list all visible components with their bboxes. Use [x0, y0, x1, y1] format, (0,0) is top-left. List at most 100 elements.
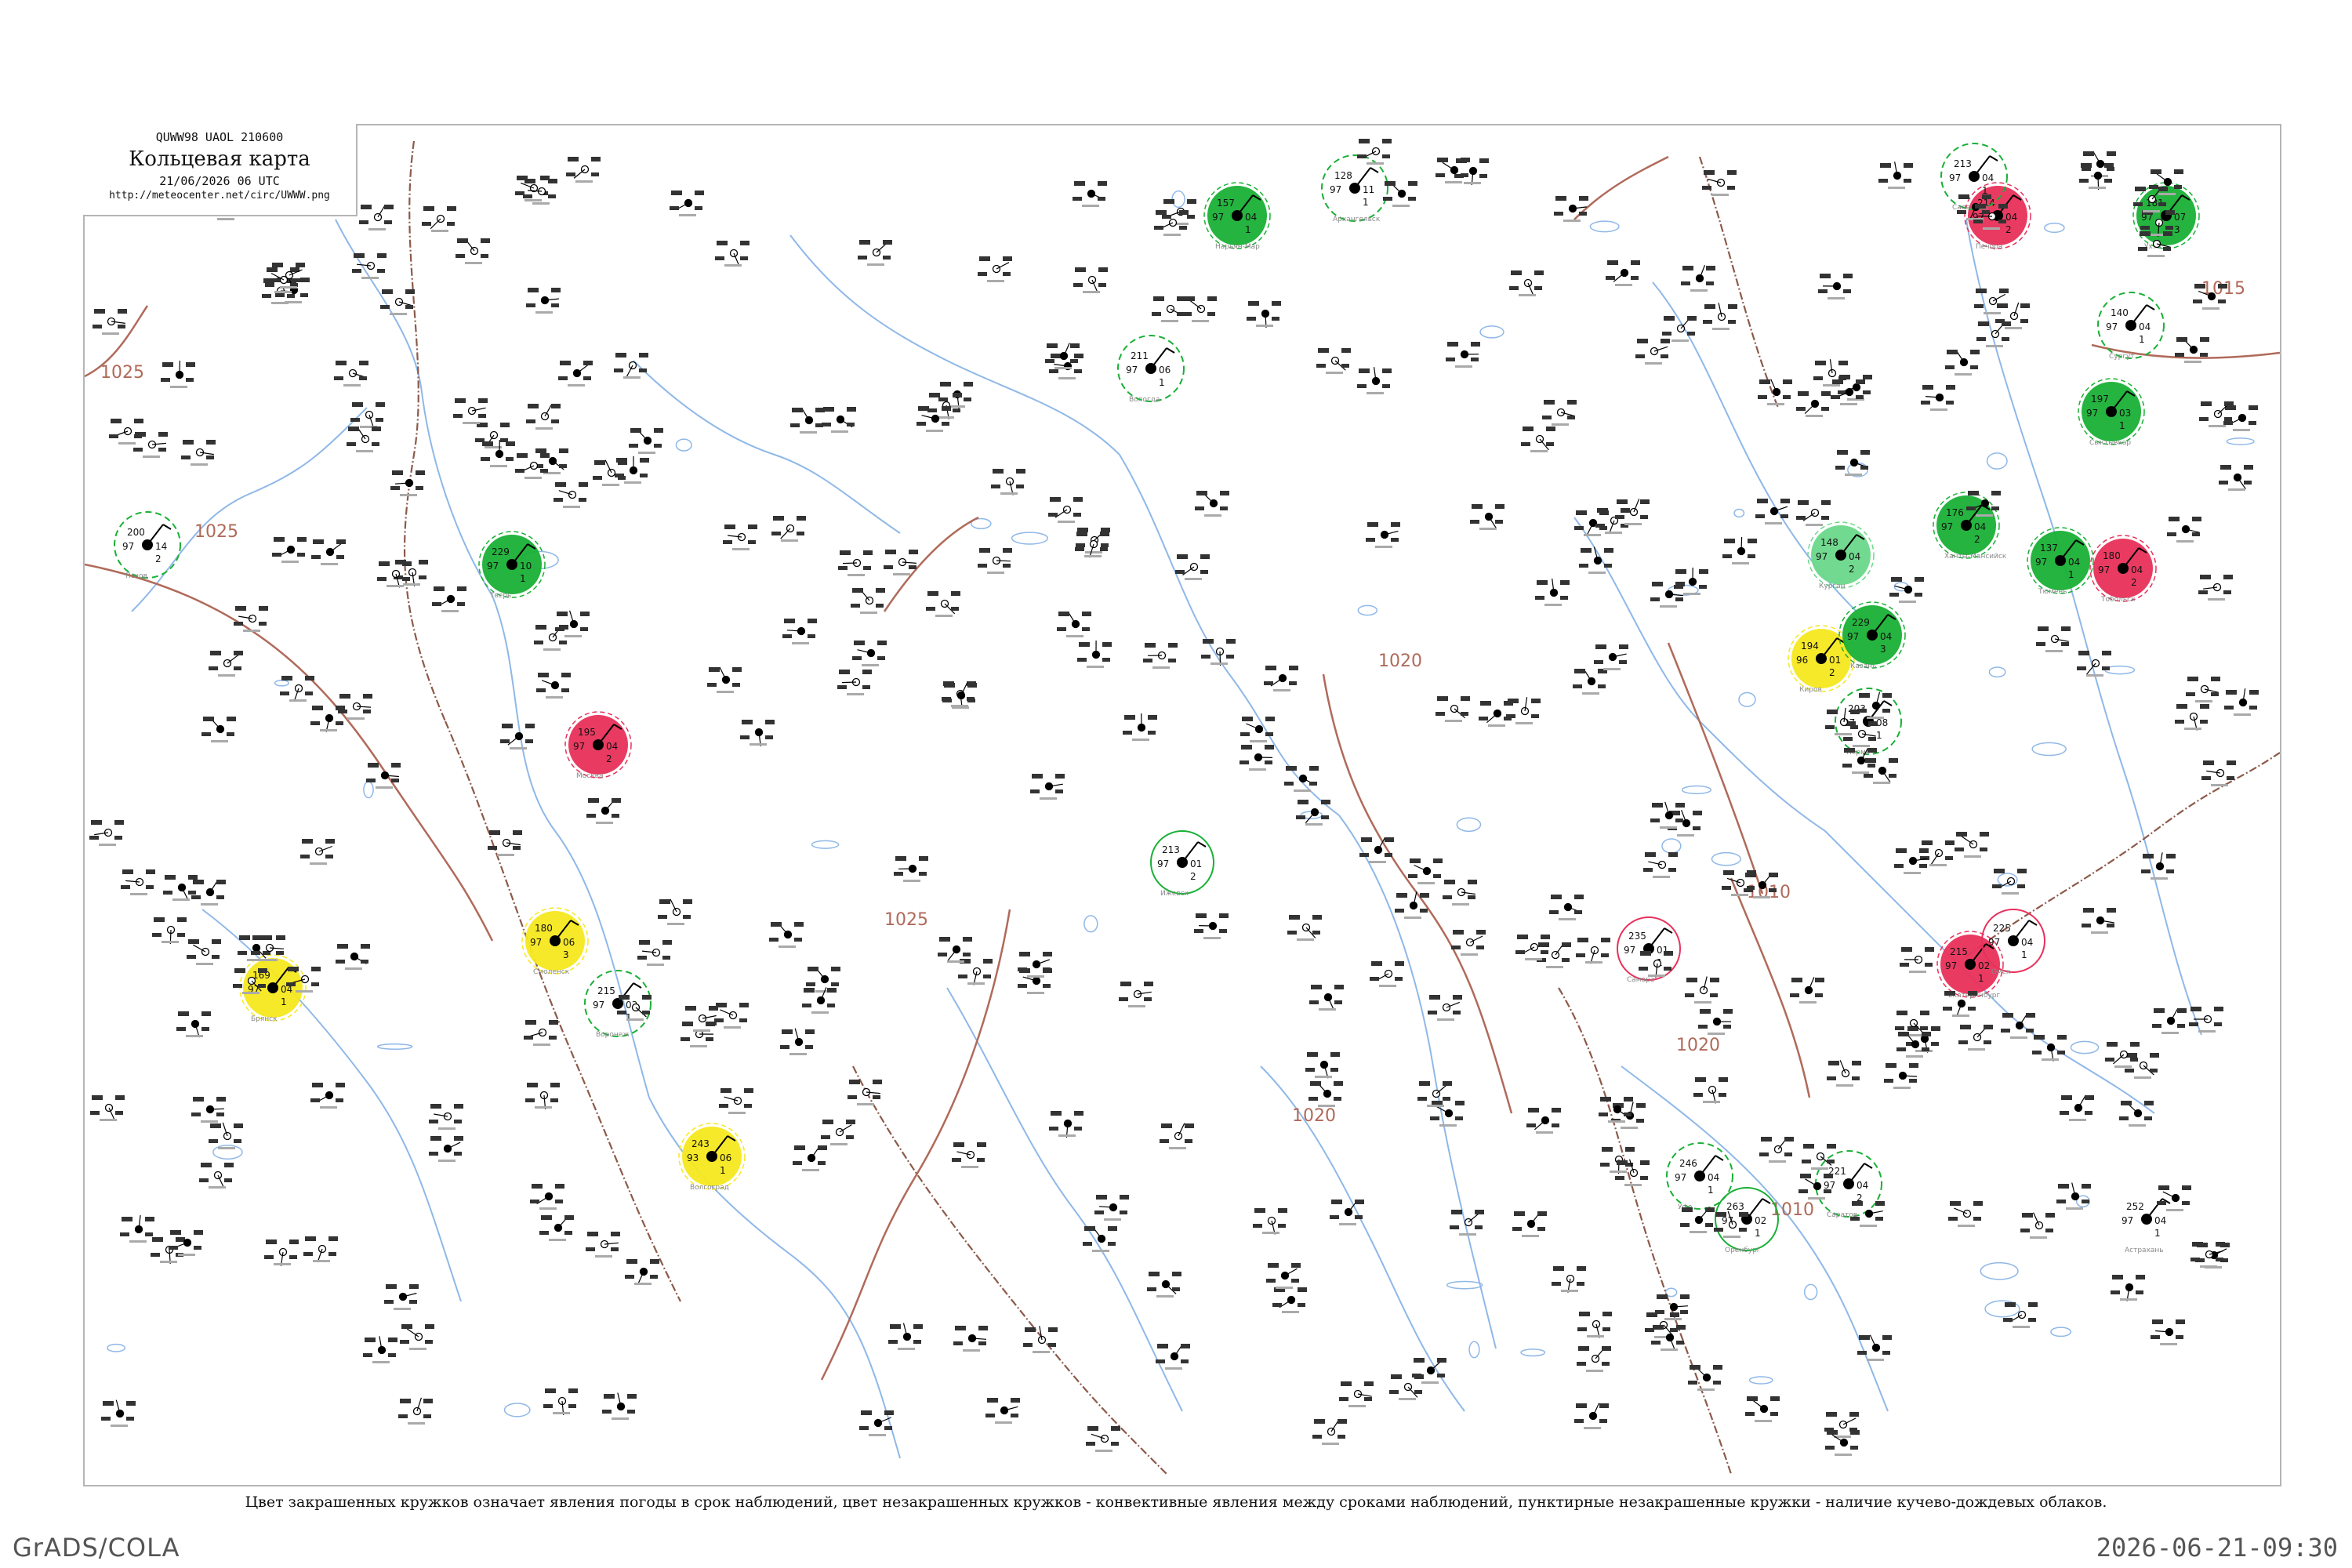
name-glyph [1964, 855, 1981, 858]
name-glyph [1694, 1001, 1711, 1004]
station-value: 97 [1847, 631, 1859, 642]
value-glyph [1073, 513, 1081, 517]
station-value: 225 [1993, 923, 2011, 934]
value-glyph [1030, 789, 1040, 793]
value-glyph [534, 641, 543, 644]
value-glyph [723, 540, 732, 544]
value-glyph [913, 1324, 923, 1329]
name-glyph [320, 1106, 337, 1109]
station-value: 11 [1363, 184, 1374, 195]
value-glyph [963, 937, 972, 942]
station-plot-small [1357, 367, 1392, 394]
value-glyph [1956, 832, 1967, 837]
value-glyph [1602, 1312, 1612, 1316]
value-glyph [1602, 1362, 1610, 1366]
station-plot-small [1595, 508, 1630, 535]
value-glyph [1470, 520, 1479, 524]
name-glyph [162, 941, 179, 943]
value-glyph [1915, 593, 1922, 597]
value-glyph [1825, 725, 1835, 729]
station-plot-small [151, 1237, 185, 1265]
station-plot-small [1722, 536, 1757, 564]
value-glyph [2216, 1242, 2225, 1247]
name-glyph [1624, 1184, 1642, 1186]
station-value: 1 [2068, 569, 2074, 580]
name-glyph [926, 430, 943, 432]
value-glyph [1639, 967, 1648, 971]
map-url[interactable]: http://meteocenter.net/circ/UWWW.png [83, 190, 356, 201]
river-line [335, 219, 493, 597]
value-glyph [176, 1027, 186, 1031]
value-glyph [1070, 359, 1078, 363]
value-glyph [526, 303, 535, 307]
value-glyph [536, 688, 546, 692]
value-glyph [2226, 690, 2237, 695]
value-glyph [1852, 1061, 1861, 1065]
value-glyph [296, 263, 305, 267]
value-glyph [1714, 1228, 1723, 1232]
station-plot-small [1284, 766, 1319, 792]
value-glyph [1253, 1224, 1262, 1228]
value-glyph [527, 1083, 538, 1087]
value-glyph [1577, 1266, 1586, 1271]
value-glyph [2144, 1101, 2154, 1105]
value-glyph [90, 1111, 100, 1115]
value-glyph [363, 710, 371, 713]
value-glyph [1687, 332, 1695, 336]
value-glyph [305, 691, 313, 695]
station-plot-small [543, 1388, 578, 1415]
value-glyph [1615, 1176, 1624, 1180]
value-glyph [169, 1246, 178, 1250]
name-glyph [1249, 768, 1266, 771]
station-plot-small [400, 1324, 434, 1350]
lake-outline [1479, 325, 1504, 339]
name-glyph [1464, 182, 1481, 184]
value-glyph [1653, 1325, 1664, 1330]
value-glyph [1640, 515, 1648, 519]
value-glyph [2211, 677, 2220, 681]
name-glyph [2030, 1236, 2047, 1239]
value-glyph [1076, 543, 1085, 547]
station-plot-small [191, 1097, 226, 1123]
station-plot-small [1594, 644, 1628, 670]
value-glyph [977, 1158, 985, 1162]
value-glyph [611, 1247, 619, 1251]
value-glyph [955, 1326, 966, 1330]
value-glyph [1826, 1412, 1837, 1417]
value-glyph [405, 289, 415, 294]
value-glyph [416, 486, 423, 490]
value-glyph [1248, 301, 1259, 306]
value-glyph [1147, 1287, 1156, 1291]
value-glyph [1769, 873, 1778, 877]
station-plot-small [985, 1398, 1020, 1424]
name-glyph [831, 430, 848, 433]
name-glyph [1375, 546, 1392, 548]
value-glyph [1791, 978, 1802, 982]
value-glyph [92, 1095, 103, 1100]
value-glyph [103, 1401, 114, 1406]
name-glyph [1909, 971, 1926, 973]
lake-outline [1803, 1283, 1818, 1301]
station-name: Омск [1991, 968, 2011, 976]
name-glyph [1703, 1101, 1720, 1103]
station-name: Москва [576, 772, 603, 780]
name-glyph [693, 1029, 710, 1032]
value-glyph [1798, 391, 1809, 396]
value-glyph [425, 1340, 433, 1344]
lake-outline [1468, 1341, 1480, 1359]
name-glyph [1417, 882, 1435, 884]
value-glyph [1074, 354, 1083, 358]
value-glyph [1370, 977, 1379, 981]
station-plot-small [740, 720, 775, 746]
value-glyph [1389, 1390, 1399, 1394]
value-glyph [1690, 1365, 1700, 1370]
value-glyph [523, 194, 532, 198]
value-glyph [1901, 947, 1912, 952]
name-glyph [510, 747, 527, 750]
value-glyph [456, 254, 465, 258]
value-glyph [1177, 312, 1185, 316]
value-glyph [152, 933, 162, 937]
value-glyph [918, 406, 929, 411]
station-plot-small [1470, 504, 1504, 530]
value-glyph [566, 172, 575, 176]
